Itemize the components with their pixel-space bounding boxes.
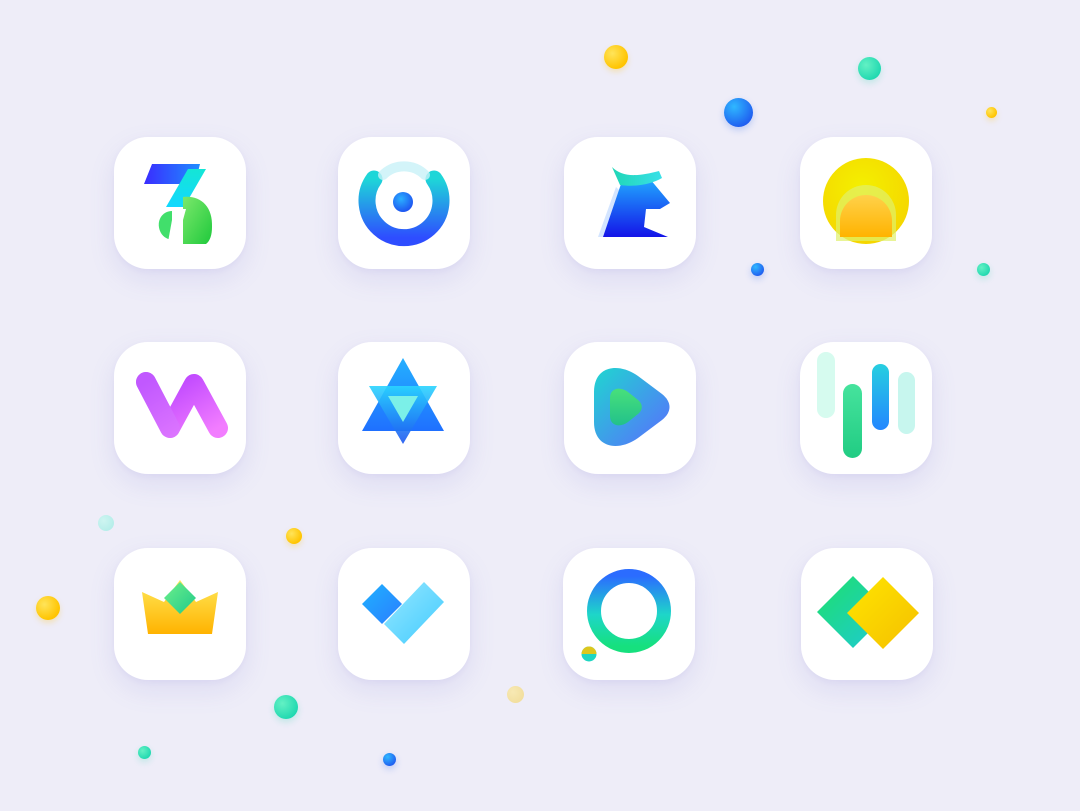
twin-diamonds-icon	[817, 576, 919, 649]
app-icon-tile[interactable]	[800, 137, 932, 269]
decorative-dot	[286, 528, 302, 544]
app-icon-tile[interactable]	[801, 548, 933, 680]
decorative-dot	[36, 596, 60, 620]
zigzag-m-icon	[136, 372, 228, 438]
sun-arch-icon	[823, 158, 909, 244]
decorative-dot	[274, 695, 298, 719]
app-icon-tile[interactable]	[564, 137, 696, 269]
icon-showcase-canvas	[0, 0, 1080, 811]
decorative-dot	[507, 686, 524, 703]
seven-fold-icon	[144, 164, 213, 244]
app-icon-tile[interactable]	[563, 548, 695, 680]
app-icon-tile[interactable]	[114, 342, 246, 474]
unicorn-head-icon	[598, 167, 670, 237]
decorative-dot	[751, 263, 764, 276]
play-leaf-icon	[594, 368, 670, 446]
decorative-dot	[383, 753, 396, 766]
app-icon-tile[interactable]	[338, 342, 470, 474]
decorative-dot	[986, 107, 997, 118]
crown-icon	[142, 580, 218, 634]
decorative-dot	[604, 45, 628, 69]
app-icon-tile[interactable]	[338, 548, 470, 680]
ring-target-icon	[358, 161, 450, 247]
equalizer-bars-icon	[817, 352, 915, 458]
app-icon-tile[interactable]	[114, 137, 246, 269]
app-icon-tile[interactable]	[338, 137, 470, 269]
decorative-dot	[98, 515, 114, 531]
decorative-dot	[724, 98, 753, 127]
app-icon-tile[interactable]	[800, 342, 932, 474]
decorative-dot	[977, 263, 990, 276]
diamond-heart-icon	[362, 582, 444, 644]
app-icon-tile[interactable]	[564, 342, 696, 474]
star-of-david-icon	[362, 358, 444, 444]
decorative-dot	[858, 57, 881, 80]
decorative-dot	[138, 746, 151, 759]
ring-icon	[581, 569, 671, 662]
app-icon-tile[interactable]	[114, 548, 246, 680]
